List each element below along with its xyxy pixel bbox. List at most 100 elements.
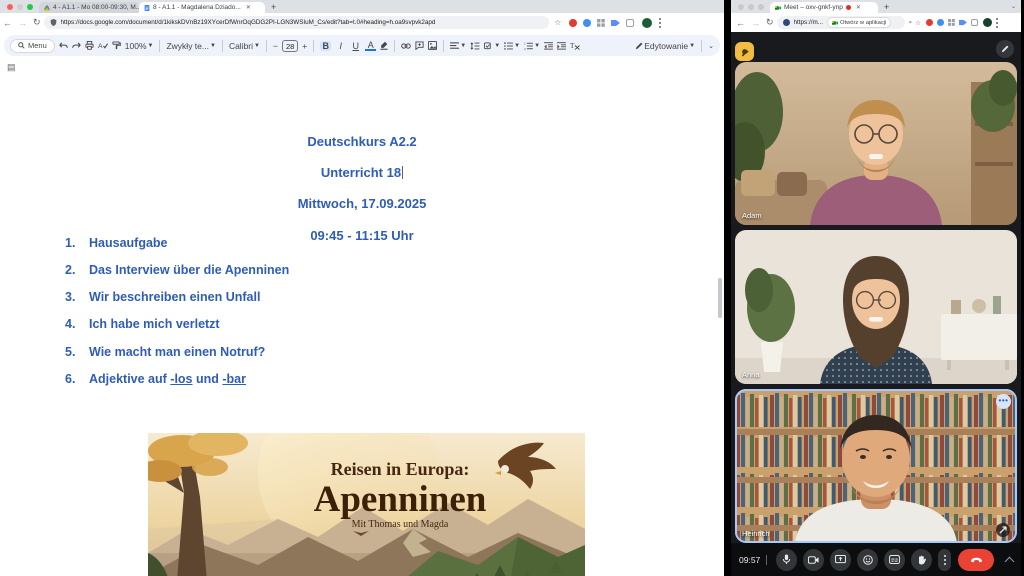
editing-mode-select[interactable]: Edytowanie▼ — [635, 41, 695, 51]
meeting-clock: 09:57 — [739, 555, 760, 565]
minimize-window-button[interactable] — [17, 4, 23, 10]
reload-button[interactable]: ↻ — [766, 17, 774, 28]
font-size-input[interactable]: 28 — [282, 40, 298, 52]
window-controls[interactable] — [738, 4, 764, 10]
extensions-puzzle-icon[interactable] — [971, 19, 978, 26]
forward-button[interactable]: → — [18, 18, 27, 28]
raise-hand-button[interactable] — [911, 549, 932, 571]
url-bar[interactable]: https://m... Otwórz w aplikacji — [777, 16, 905, 29]
increase-font-button[interactable]: + — [302, 41, 307, 51]
extensions-puzzle-icon[interactable] — [626, 19, 634, 27]
site-info-icon[interactable] — [783, 19, 790, 26]
reload-button[interactable]: ↻ — [33, 17, 41, 28]
new-tab-button[interactable]: + — [271, 2, 276, 12]
window-controls[interactable] — [7, 4, 33, 10]
extension-icon-blue[interactable] — [937, 19, 944, 26]
captions-button[interactable] — [884, 549, 905, 571]
url-bar[interactable]: https://docs.google.com/document/d/1kiks… — [44, 16, 549, 29]
close-window-button[interactable] — [7, 4, 13, 10]
forward-button[interactable]: → — [751, 18, 760, 28]
profile-avatar[interactable] — [983, 18, 992, 27]
insert-link-button[interactable] — [401, 43, 411, 49]
extension-icon-red[interactable] — [926, 19, 933, 26]
participant-tile[interactable]: Adam — [735, 62, 1017, 225]
redo-button[interactable] — [72, 42, 81, 50]
tab-strip: Meet – oxv-gnkf-ynp ✕ + ⌄ — [731, 0, 1021, 13]
styles-select[interactable]: Zwykły te...▼ — [166, 41, 215, 51]
bold-button[interactable]: B — [320, 41, 331, 51]
decrease-indent-button[interactable] — [544, 42, 553, 50]
extension-grid-icon[interactable] — [948, 19, 955, 26]
reactions-button[interactable] — [857, 549, 878, 571]
print-button[interactable] — [85, 41, 94, 50]
bookmark-star-icon[interactable]: ☆ — [915, 19, 921, 27]
paint-format-button[interactable] — [112, 41, 121, 50]
tab-search-chevron-icon[interactable]: ⌄ — [1011, 3, 1016, 10]
participant-tile-active[interactable]: Heinrich ••• — [735, 389, 1017, 543]
close-window-button[interactable] — [738, 4, 744, 10]
browser-menu-icon[interactable] — [659, 18, 661, 28]
font-select[interactable]: Calibri▼ — [229, 41, 260, 51]
present-screen-button[interactable] — [830, 549, 851, 571]
search-icon[interactable]: ⌕ — [909, 19, 913, 27]
chevron-up-icon[interactable] — [1005, 556, 1015, 566]
participant-tile[interactable]: Anna — [735, 230, 1017, 384]
fullscreen-button[interactable] — [996, 523, 1010, 537]
hide-menus-button[interactable]: ⌄ — [708, 42, 714, 50]
underline-button[interactable]: U — [350, 41, 361, 51]
chevron-down-icon: ▼ — [514, 43, 520, 49]
bookmark-star-icon[interactable]: ☆ — [555, 18, 562, 27]
tab-active-doc[interactable]: 8 - A1.1 - Magdalena Dziado... ✕ — [139, 2, 265, 13]
document-outline-icon[interactable]: ▤ — [7, 62, 16, 73]
checklist-button[interactable]: ▼ — [484, 42, 500, 50]
site-info-icon[interactable] — [50, 19, 57, 26]
end-call-button[interactable] — [958, 549, 994, 571]
zoom-window-button[interactable] — [27, 4, 33, 10]
decrease-font-button[interactable]: − — [273, 41, 278, 51]
extension-icon-red[interactable] — [569, 19, 577, 27]
undo-button[interactable] — [59, 42, 68, 50]
open-in-app-chip[interactable]: Otwórz w aplikacji — [827, 17, 891, 28]
tile-options-button[interactable]: ••• — [996, 394, 1011, 409]
tab-drive-doc[interactable]: 4 - A1.1 - Mo 08:00-09:30, M... ✕ — [39, 2, 139, 13]
add-comment-button[interactable] — [415, 41, 424, 50]
extension-icon-blue[interactable] — [583, 19, 591, 27]
participant-video — [735, 62, 1017, 225]
back-button[interactable]: ← — [3, 18, 12, 28]
close-tab-icon[interactable]: ✕ — [246, 4, 251, 11]
notification-badge[interactable] — [735, 42, 754, 61]
camera-button[interactable] — [803, 549, 824, 571]
increase-indent-button[interactable] — [557, 42, 566, 50]
italic-button[interactable]: I — [335, 41, 346, 51]
spellcheck-button[interactable]: A — [98, 41, 108, 50]
text-color-button[interactable]: A — [365, 40, 376, 51]
zoom-select[interactable]: 100%▼ — [125, 41, 154, 51]
zoom-window-button[interactable] — [758, 4, 764, 10]
profile-avatar[interactable] — [642, 18, 652, 28]
tab-meet[interactable]: Meet – oxv-gnkf-ynp ✕ — [770, 2, 878, 13]
more-options-button[interactable] — [938, 549, 951, 571]
insert-image-button[interactable] — [428, 41, 437, 50]
scrollbar-thumb[interactable] — [718, 278, 722, 318]
back-button[interactable]: ← — [736, 18, 745, 28]
numbered-list-button[interactable]: 12▼ — [524, 42, 540, 50]
menu-search-button[interactable]: Menu — [10, 39, 55, 53]
extension-tag-icon[interactable] — [611, 19, 620, 27]
document-canvas[interactable]: ▤ Deutschkurs A2.2 Unterricht 18 Mittwoc… — [0, 56, 724, 576]
highlight-color-button[interactable] — [380, 41, 388, 50]
align-button[interactable]: ▼ — [450, 42, 466, 50]
close-tab-icon[interactable]: ✕ — [856, 4, 861, 11]
new-tab-button[interactable]: + — [884, 2, 889, 12]
raise-hand-icon — [917, 555, 926, 565]
minimize-window-button[interactable] — [748, 4, 754, 10]
annotate-button[interactable] — [996, 40, 1014, 58]
extension-grid-icon[interactable] — [597, 19, 605, 27]
line-spacing-button[interactable] — [470, 42, 480, 50]
bulleted-list-button[interactable]: ▼ — [504, 42, 520, 50]
extension-tag-icon[interactable] — [959, 19, 967, 26]
microphone-button[interactable] — [776, 549, 797, 571]
banner-image[interactable]: Reisen in Europa: Apenninen Mit Thomas u… — [148, 433, 585, 576]
browser-menu-icon[interactable] — [996, 18, 998, 28]
clear-formatting-button[interactable]: T — [570, 41, 580, 50]
chevron-down-icon: ▼ — [460, 43, 466, 49]
